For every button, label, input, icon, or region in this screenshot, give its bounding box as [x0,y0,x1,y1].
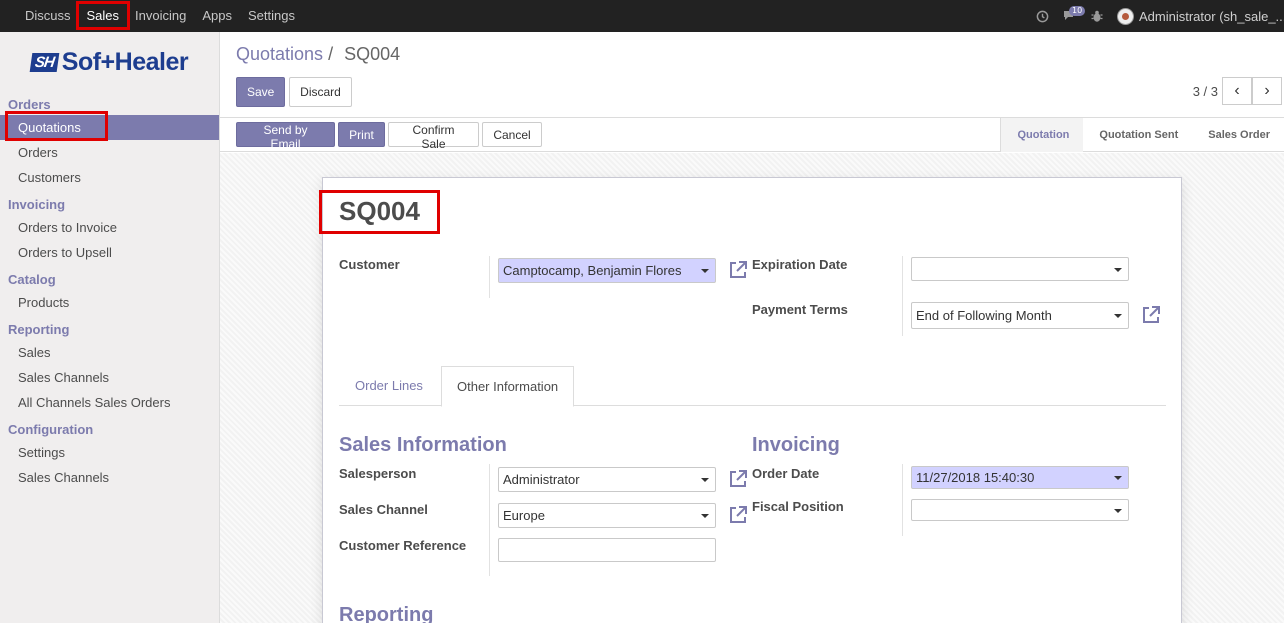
save-button[interactable]: Save [236,77,285,107]
expiration-date-label: Expiration Date [752,257,848,272]
sidebar-section-orders: Orders [8,97,51,112]
fiscal-position-label: Fiscal Position [752,499,844,514]
external-link-icon[interactable] [727,259,749,281]
caret-down-icon [701,269,709,273]
sidebar-section-reporting: Reporting [8,322,70,337]
field-divider [902,256,903,336]
chevron-left-icon: ‹ [1234,82,1240,99]
sidebar-section-configuration: Configuration [8,422,94,437]
field-divider [489,464,490,576]
messages-icon[interactable]: 10 [1063,6,1086,22]
caret-down-icon [1114,314,1122,318]
sidebar-section-invoicing: Invoicing [8,197,66,212]
reporting-title: Reporting [339,604,434,623]
sidebar-section-catalog: Catalog [8,272,56,287]
breadcrumb-quotations[interactable]: Quotations [236,44,323,64]
external-link-icon[interactable] [1140,304,1162,326]
caret-down-icon [1114,476,1122,480]
sidebar-item-orders[interactable]: Orders [0,140,219,165]
sales-channel-field[interactable]: Europe [498,503,716,528]
sidebar-item-orders-to-invoice[interactable]: Orders to Invoice [0,215,219,240]
company-logo: SH Sof+Healer [0,32,219,92]
caret-down-icon [701,514,709,518]
menu-settings[interactable]: Settings [240,0,303,32]
salesperson-label: Salesperson [339,466,417,481]
systray: 10 Administrator (sh_sale_... [1036,0,1284,32]
payment-terms-label: Payment Terms [752,302,848,317]
notebook-tabs: Order Lines Other Information [339,366,1166,407]
messages-count-badge: 10 [1069,6,1086,16]
salesperson-field[interactable]: Administrator [498,467,716,492]
sidebar-item-config-sales-channels[interactable]: Sales Channels [0,465,219,490]
pager-next-button[interactable]: › [1252,77,1282,105]
sidebar-item-settings[interactable]: Settings [0,440,219,465]
breadcrumb-separator: / [328,44,334,64]
breadcrumb: Quotations / SQ004 [236,44,400,65]
sidebar-item-reporting-sales-channels[interactable]: Sales Channels [0,365,219,390]
sidebar-item-quotations[interactable]: Quotations [0,115,219,140]
stage-quotation-sent[interactable]: Quotation Sent [1083,118,1192,152]
confirm-sale-button[interactable]: Confirm Sale [388,122,479,151]
menu-invoicing[interactable]: Invoicing [127,0,194,32]
field-divider [489,256,490,298]
external-link-icon[interactable] [727,504,749,526]
menu-apps[interactable]: Apps [194,0,240,32]
stage-quotation[interactable]: Quotation [1001,118,1084,152]
sales-information-title: Sales Information [339,434,507,456]
stage-sales-order[interactable]: Sales Order [1192,118,1284,152]
breadcrumb-current: SQ004 [344,44,401,64]
payment-terms-field[interactable]: End of Following Month [911,302,1129,329]
tab-other-information[interactable]: Other Information [441,366,575,407]
chevron-right-icon: › [1264,82,1270,99]
caret-down-icon [1114,509,1122,513]
expiration-date-field[interactable] [911,257,1129,281]
sidebar-item-customers[interactable]: Customers [0,165,219,190]
app-menu: Discuss Sales Invoicing Apps Settings [0,0,303,32]
sales-channel-value: Europe [503,508,545,523]
customer-value: Camptocamp, Benjamin Flores [503,263,682,278]
caret-down-icon [701,478,709,482]
external-link-icon[interactable] [727,468,749,490]
order-date-value: 11/27/2018 15:40:30 [916,470,1035,485]
control-panel: Quotations / SQ004 Save Discard 3 / 3 ‹ … [220,32,1284,118]
discard-button[interactable]: Discard [289,77,352,107]
pager-previous-button[interactable]: ‹ [1222,77,1252,105]
user-avatar[interactable] [1117,7,1134,25]
pager-value: 3 / 3 [1192,84,1218,99]
payment-terms-value: End of Following Month [916,308,1052,323]
document-name: SQ004 [339,196,420,226]
bug-icon[interactable] [1091,10,1103,23]
stage-pipeline: Quotation Quotation Sent Sales Order [1000,118,1284,152]
caret-down-icon [1114,268,1122,272]
sidebar-item-orders-to-upsell[interactable]: Orders to Upsell [0,240,219,265]
menu-sales[interactable]: Sales [79,0,128,32]
menu-discuss[interactable]: Discuss [17,0,79,32]
sidebar-item-all-channels-sales-orders[interactable]: All Channels Sales Orders [0,390,219,415]
customer-field[interactable]: Camptocamp, Benjamin Flores [498,258,716,283]
field-divider [902,464,903,536]
user-menu[interactable]: Administrator (sh_sale_... [1139,9,1284,24]
print-button[interactable]: Print [338,122,385,147]
top-navbar: Discuss Sales Invoicing Apps Settings 10… [0,0,1284,32]
clock-icon[interactable] [1036,10,1049,23]
sales-channel-label: Sales Channel [339,502,428,517]
customer-reference-input[interactable] [498,538,716,562]
sidebar: SH Sof+Healer Orders Quotations Orders C… [0,32,220,623]
cancel-button[interactable]: Cancel [482,122,542,147]
order-date-field[interactable]: 11/27/2018 15:40:30 [911,466,1129,489]
customer-label: Customer [339,257,400,272]
send-by-email-button[interactable]: Send by Email [236,122,335,151]
form-statusbar: Send by Email Print Confirm Sale Cancel … [220,118,1284,152]
invoicing-title: Invoicing [752,434,840,456]
sidebar-item-reporting-sales[interactable]: Sales [0,340,219,365]
tab-order-lines[interactable]: Order Lines [340,366,438,406]
sidebar-item-products[interactable]: Products [0,290,219,315]
fiscal-position-field[interactable] [911,499,1129,521]
customer-reference-label: Customer Reference [339,538,467,553]
order-date-label: Order Date [752,466,820,481]
salesperson-value: Administrator [503,472,580,487]
